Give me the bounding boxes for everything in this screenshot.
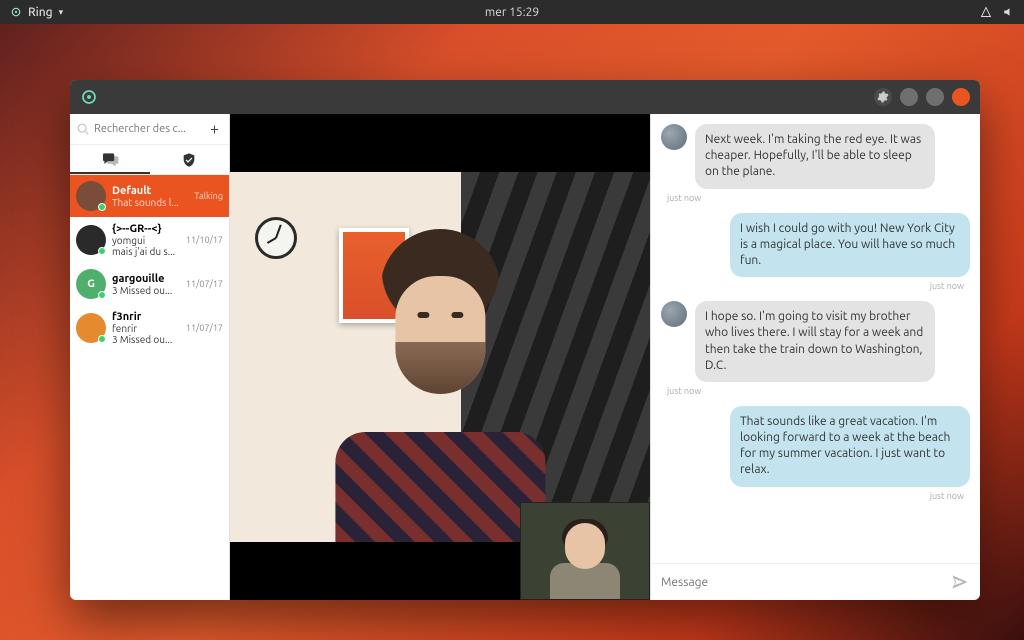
app-icon xyxy=(80,88,98,106)
sidebar: + Default That sounds l... Talking xyxy=(70,114,230,600)
search-icon xyxy=(76,122,90,136)
remote-person xyxy=(322,209,557,541)
contact-date: 11/07/17 xyxy=(186,279,223,289)
indicator-icon xyxy=(10,6,22,18)
message-timestamp: just now xyxy=(667,281,964,291)
settings-button[interactable] xyxy=(874,88,892,106)
message-in: I hope so. I'm going to visit my brother… xyxy=(661,301,970,382)
contact-sub: yomgui mais j'ai du s... xyxy=(112,235,175,257)
app-window: + Default That sounds l... Talking xyxy=(70,80,980,600)
volume-icon[interactable] xyxy=(1002,6,1014,18)
chat-panel: Next week. I'm taking the red eye. It wa… xyxy=(650,114,980,600)
self-video-pip[interactable] xyxy=(520,502,650,600)
avatar xyxy=(76,225,106,255)
avatar-initial: G xyxy=(87,278,95,290)
desktop: Ring ▾ mer 15:29 xyxy=(0,0,1024,640)
remote-video-feed xyxy=(230,172,650,541)
contact-name: {>--GR--<} xyxy=(112,223,175,235)
minimize-button[interactable] xyxy=(900,88,918,106)
presence-dot xyxy=(98,247,106,255)
window-titlebar[interactable] xyxy=(70,80,980,114)
message-list[interactable]: Next week. I'm taking the red eye. It wa… xyxy=(651,114,980,563)
message-out: I wish I could go with you! New York Cit… xyxy=(661,213,970,278)
tab-trusted[interactable] xyxy=(150,145,230,174)
message-timestamp: just now xyxy=(667,491,964,501)
message-bubble: Next week. I'm taking the red eye. It wa… xyxy=(695,124,935,189)
contact-date: 11/10/17 xyxy=(186,235,223,245)
contact-item-gr[interactable]: {>--GR--<} yomgui mais j'ai du s... 11/1… xyxy=(70,217,229,263)
contact-name: Default xyxy=(112,185,179,197)
contact-item-f3nrir[interactable]: f3nrir fenrir 3 Missed ou... 11/07/17 xyxy=(70,305,229,351)
topbar-app-label[interactable]: Ring xyxy=(28,6,53,19)
presence-dot xyxy=(98,291,106,299)
avatar xyxy=(661,301,687,327)
system-topbar: Ring ▾ mer 15:29 xyxy=(0,0,1024,24)
contact-sub: fenrir 3 Missed ou... xyxy=(112,323,172,345)
maximize-button[interactable] xyxy=(926,88,944,106)
topbar-clock: mer 15:29 xyxy=(485,6,539,19)
message-input[interactable] xyxy=(661,576,942,589)
presence-dot xyxy=(98,335,106,343)
presence-dot xyxy=(98,203,106,211)
contact-sub: That sounds l... xyxy=(112,197,179,208)
wall-clock-icon xyxy=(255,217,297,259)
contact-date: 11/07/17 xyxy=(186,323,223,333)
close-button[interactable] xyxy=(952,88,970,106)
avatar: G xyxy=(76,269,106,299)
message-out: That sounds like a great vacation. I'm l… xyxy=(661,406,970,487)
message-timestamp: just now xyxy=(667,193,964,203)
contact-sub: 3 Missed ou... xyxy=(112,285,172,296)
message-composer xyxy=(651,563,980,600)
avatar xyxy=(76,181,106,211)
search-row: + xyxy=(70,114,229,145)
contact-item-gargouille[interactable]: G gargouille 3 Missed ou... 11/07/17 xyxy=(70,263,229,305)
contact-name: gargouille xyxy=(112,273,172,285)
chevron-down-icon[interactable]: ▾ xyxy=(59,7,64,18)
talking-badge: Talking xyxy=(194,191,223,201)
message-bubble: I wish I could go with you! New York Cit… xyxy=(730,213,970,278)
contact-list: Default That sounds l... Talking {>--GR-… xyxy=(70,175,229,600)
contact-name: f3nrir xyxy=(112,311,172,323)
avatar xyxy=(661,124,687,150)
add-contact-button[interactable]: + xyxy=(206,120,223,138)
search-input[interactable] xyxy=(94,123,202,135)
send-button[interactable] xyxy=(950,572,970,592)
message-bubble: I hope so. I'm going to visit my brother… xyxy=(695,301,935,382)
contact-item-default[interactable]: Default That sounds l... Talking xyxy=(70,175,229,217)
video-panel xyxy=(230,114,650,600)
message-timestamp: just now xyxy=(667,386,964,396)
message-in: Next week. I'm taking the red eye. It wa… xyxy=(661,124,970,189)
network-icon[interactable] xyxy=(980,6,992,18)
sidebar-tabs xyxy=(70,145,229,175)
message-bubble: That sounds like a great vacation. I'm l… xyxy=(730,406,970,487)
tab-chats[interactable] xyxy=(70,145,150,174)
avatar xyxy=(76,313,106,343)
